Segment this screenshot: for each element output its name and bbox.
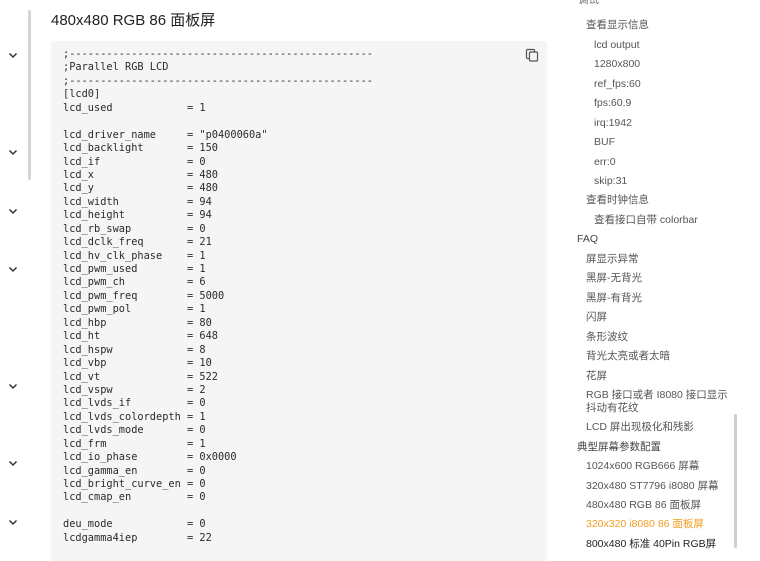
code-line: lcd_pwm_pol = 1	[63, 303, 206, 316]
chevron-down-icon[interactable]	[7, 516, 19, 528]
copy-icon[interactable]	[525, 48, 539, 62]
code-line: lcd_hspw = 8	[63, 343, 206, 356]
code-line: lcd_rb_swap = 0	[63, 222, 206, 235]
toc-item[interactable]: lcd output	[594, 39, 640, 52]
code-line: lcd_pwm_freq = 5000	[63, 289, 225, 302]
code-line: lcd_pwm_ch = 6	[63, 276, 206, 289]
code-line: lcd_height = 94	[63, 209, 212, 222]
code-line: lcdgamma4iep = 22	[63, 531, 212, 544]
code-line: lcd_hv_clk_phase = 1	[63, 249, 206, 262]
toc-scrollbar[interactable]	[734, 414, 737, 548]
toc-item[interactable]: 1280x800	[594, 58, 640, 71]
code-line: lcd_vspw = 2	[63, 383, 206, 396]
toc-item[interactable]: 典型屏幕参数配置	[577, 441, 661, 454]
code-line: lcd_if = 0	[63, 155, 206, 168]
code-line: lcd_lvds_if = 0	[63, 397, 206, 410]
code-line: lcd_hbp = 80	[63, 316, 212, 329]
code-line: lcd_vt = 522	[63, 370, 218, 383]
toc-item[interactable]: 1024x600 RGB666 屏幕	[586, 460, 699, 473]
toc-item[interactable]: 花屏	[586, 370, 607, 383]
toc-item[interactable]: 屏显示异常	[586, 253, 639, 266]
chevron-down-icon[interactable]	[7, 263, 19, 275]
toc-item[interactable]: err:0	[594, 156, 616, 169]
chevron-down-icon[interactable]	[7, 380, 19, 392]
code-line: lcd_lvds_mode = 0	[63, 424, 206, 437]
code-line: ;Parallel RGB LCD	[63, 61, 169, 74]
toc-item[interactable]: fps:60.9	[594, 97, 631, 110]
toc-item[interactable]: 800x480 标准 40Pin RGB屏	[586, 538, 716, 551]
left-gutter	[0, 0, 32, 548]
toc-item[interactable]: 查看显示信息	[586, 19, 649, 32]
toc-item[interactable]: LCD 屏出现极化和残影	[586, 421, 694, 434]
toc-item[interactable]: 闪屏	[586, 311, 607, 324]
code-line: lcd_lvds_colordepth = 1	[63, 410, 206, 423]
code-line: lcd_driver_name = "p0400060a"	[63, 128, 268, 141]
toc-item[interactable]: 320x480 ST7796 i8080 屏幕	[586, 480, 719, 493]
toc-item[interactable]: 背光太亮或者太暗	[586, 350, 670, 363]
toc-item[interactable]: 查看时钟信息	[586, 194, 649, 207]
code-line: lcd_y = 480	[63, 182, 218, 195]
code-line: lcd_backlight = 150	[63, 142, 218, 155]
code-line: lcd_bright_curve_en = 0	[63, 478, 206, 490]
code-line: lcd_ht = 648	[63, 330, 218, 343]
code-line: lcd_gamma_en = 0	[63, 464, 206, 477]
code-line: lcd_used = 1	[63, 101, 206, 114]
code-line: lcd_frm = 1	[63, 437, 206, 450]
toc-item[interactable]: RGB 接口或者 I8080 接口显示抖动有花纹	[586, 389, 734, 415]
toc-item[interactable]: irq:1942	[594, 117, 632, 130]
code-line: [lcd0]	[63, 88, 101, 101]
code-line: lcd_io_phase = 0x0000	[63, 451, 237, 464]
gutter-scrollbar[interactable]	[28, 10, 31, 180]
section-title: 480x480 RGB 86 面板屏	[51, 12, 216, 29]
code-line: lcd_cmap_en = 0	[63, 491, 206, 504]
toc-item[interactable]: ref_fps:60	[594, 78, 641, 91]
toc-item[interactable]: 查看接口自带 colorbar	[594, 214, 698, 227]
toc-item[interactable]: 条形波纹	[586, 331, 628, 344]
code-line: ;---------------------------------------…	[63, 74, 373, 87]
code-line: lcd_pwm_used = 1	[63, 263, 206, 275]
toc-clipped-item: 调试	[578, 0, 599, 6]
code-lines: ;---------------------------------------…	[63, 48, 373, 545]
chevron-down-icon[interactable]	[7, 457, 19, 469]
toc-item[interactable]: 320x320 i8080 86 面板屏	[586, 518, 704, 531]
code-line: lcd_dclk_freq = 21	[63, 236, 212, 249]
code-block: ;---------------------------------------…	[51, 41, 547, 561]
toc-item[interactable]: skip:31	[594, 175, 627, 188]
code-line: lcd_x = 480	[63, 168, 218, 181]
toc-item[interactable]: 黑屏-有背光	[586, 292, 642, 305]
code-line: deu_mode = 0	[63, 518, 206, 531]
code-line: lcd_width = 94	[63, 195, 212, 208]
toc-item[interactable]: 480x480 RGB 86 面板屏	[586, 499, 701, 512]
code-line: lcd_vbp = 10	[63, 357, 212, 370]
code-line: ;---------------------------------------…	[63, 48, 373, 60]
chevron-down-icon[interactable]	[7, 205, 19, 217]
toc-item[interactable]: BUF	[594, 136, 615, 149]
chevron-down-icon[interactable]	[7, 146, 19, 158]
toc-item[interactable]: 黑屏-无背光	[586, 272, 642, 285]
toc-item[interactable]: FAQ	[577, 233, 598, 246]
chevron-down-icon[interactable]	[7, 49, 19, 61]
